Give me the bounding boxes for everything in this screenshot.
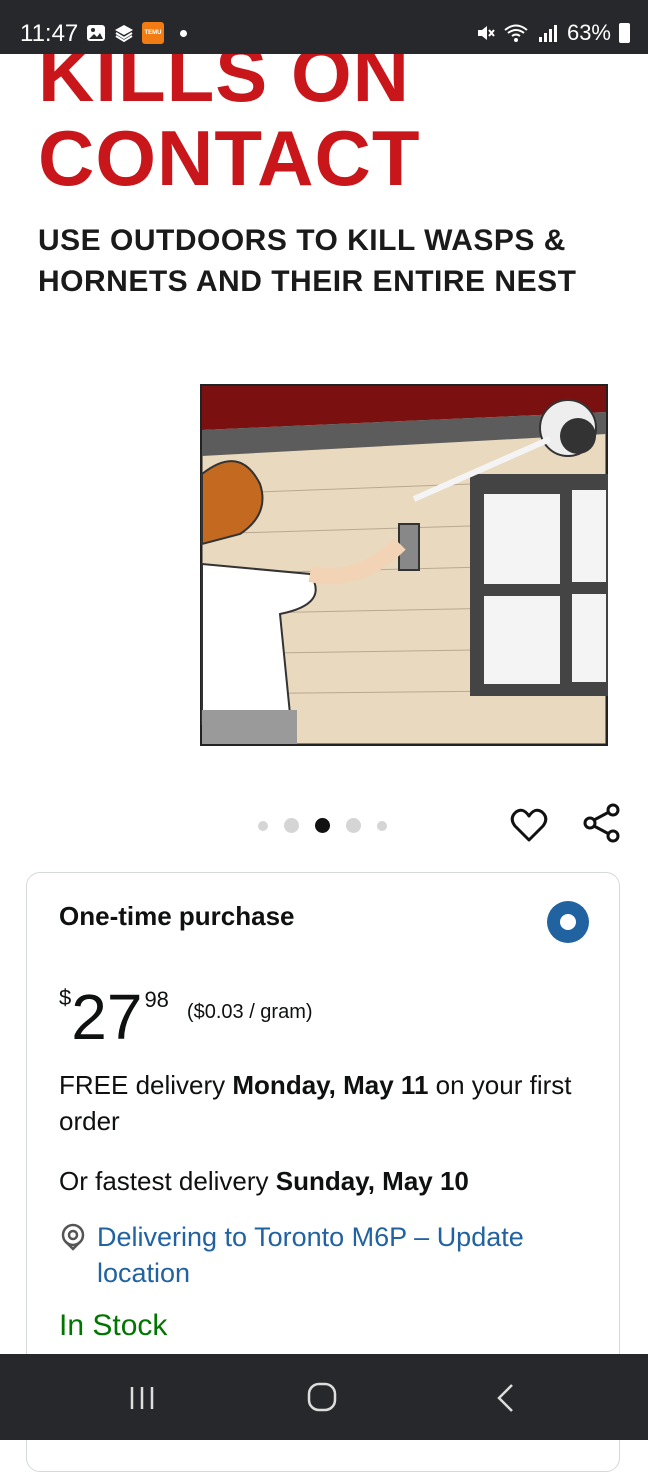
battery-percent: 63% [566,20,611,45]
carousel-dot[interactable] [377,820,387,831]
fastest-prefix: Or fastest delivery [59,1166,276,1196]
wishlist-heart-icon[interactable] [510,806,548,844]
battery-icon [619,23,630,43]
fastest-delivery-info: Or fastest delivery Sunday, May 10 [59,1163,599,1199]
temu-app-icon: TEMU [142,22,164,44]
recent-apps-icon[interactable] [128,1385,156,1411]
purchase-option-title: One-time purchase [59,901,295,931]
mute-icon [477,26,495,40]
price-fraction: 98 [144,987,169,1012]
product-subtitle: USE OUTDOORS TO KILL WASPS & HORNETS AND… [38,220,638,302]
share-icon[interactable] [582,803,622,843]
delivery-date: Monday, May 11 [232,1070,429,1100]
home-icon[interactable] [307,1382,337,1412]
headline-line-2: CONTACT [38,114,421,202]
gallery-icon [87,25,105,41]
stock-status: In Stock [59,1309,168,1342]
system-icons: 63% [475,20,630,46]
fastest-date: Sunday, May 10 [275,1166,469,1196]
more-notifications-dot [180,29,187,37]
price-symbol: $ [59,985,72,1010]
carousel-dot[interactable] [284,818,299,833]
carousel-dot[interactable] [346,818,361,833]
location-pin-icon [61,1223,85,1251]
status-bar: 11:47 TEMU 63% [0,0,648,54]
status-time: 11:47 [20,20,79,47]
price: $ 27 98 ($0.03 / gram) [59,979,313,1049]
wasp-spray-illustration [200,384,608,746]
headline-line-1: KILLS ON [38,54,410,118]
wifi-icon [504,24,528,42]
price-whole: 27 [71,981,143,1053]
product-headline: KILLS ON CONTACT [38,54,421,200]
layers-icon [115,25,133,43]
product-image[interactable]: KILLS ON CONTACT USE OUTDOORS TO KILL WA… [0,54,648,834]
unit-price: ($0.03 / gram) [186,1001,313,1023]
carousel-dot[interactable] [258,820,268,831]
free-delivery-info: FREE delivery Monday, May 11 on your fir… [59,1067,599,1139]
carousel-dot-active[interactable] [315,818,330,833]
carousel-dots[interactable] [258,818,387,833]
back-icon[interactable] [494,1382,516,1414]
subtitle-line-2: HORNETS AND THEIR ENTIRE NEST [38,265,577,298]
signal-icon [538,25,557,42]
subtitle-line-1: USE OUTDOORS TO KILL WASPS & [38,224,566,257]
update-location-link[interactable]: Delivering to Toronto M6P – Update locat… [97,1219,597,1291]
purchase-option-radio[interactable] [547,901,589,943]
notification-icons: TEMU [86,22,187,44]
delivery-prefix: FREE delivery [59,1070,233,1100]
